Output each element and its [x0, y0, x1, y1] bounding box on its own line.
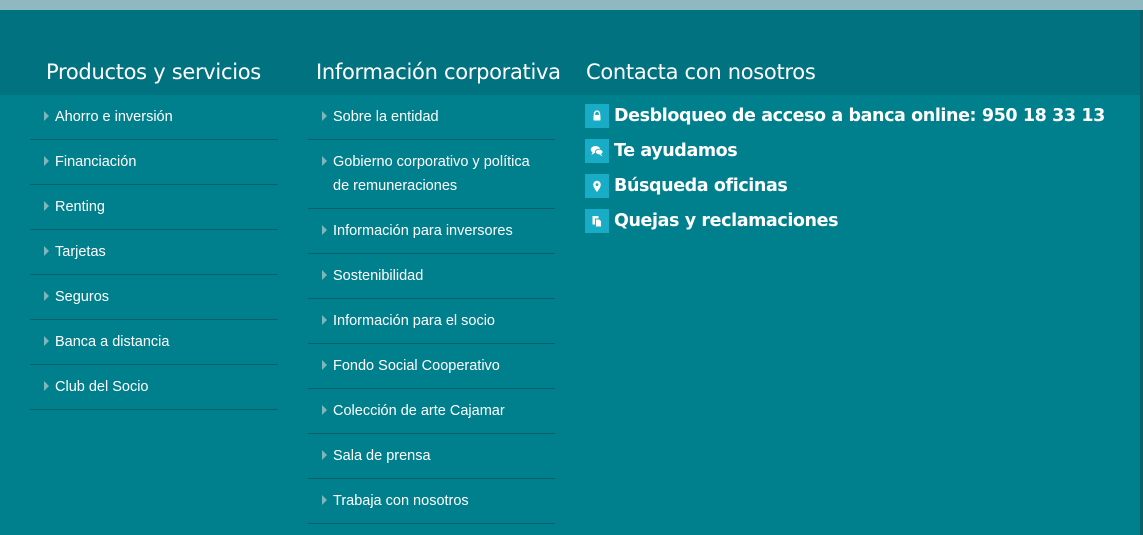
corporativa-link-trabaja[interactable]: Trabaja con nosotros: [308, 479, 555, 524]
productos-link-tarjetas[interactable]: Tarjetas: [30, 230, 278, 275]
caret-right-icon: [322, 360, 327, 370]
caret-right-icon: [44, 381, 49, 391]
productos-link-banca-distancia[interactable]: Banca a distancia: [30, 320, 278, 365]
link-label: Información para inversores: [333, 223, 513, 239]
caret-right-icon: [322, 315, 327, 325]
corporativa-link-sostenibilidad[interactable]: Sostenibilidad: [308, 254, 555, 299]
productos-title: Productos y servicios: [46, 60, 261, 84]
lock-icon: [585, 104, 609, 128]
productos-link-ahorro[interactable]: Ahorro e inversión: [30, 95, 278, 140]
link-label: Colección de arte Cajamar: [333, 403, 505, 419]
caret-right-icon: [322, 450, 327, 460]
corporativa-link-fondo-social[interactable]: Fondo Social Cooperativo: [308, 344, 555, 389]
link-label: Fondo Social Cooperativo: [333, 358, 500, 374]
chat-icon: [585, 139, 609, 163]
document-icon: [585, 209, 609, 233]
contacto-label: Búsqueda oficinas: [614, 176, 788, 196]
corporativa-link-sala-prensa[interactable]: Sala de prensa: [308, 434, 555, 479]
productos-list: Ahorro e inversión Financiación Renting …: [30, 95, 278, 410]
link-label: Club del Socio: [55, 379, 149, 395]
caret-right-icon: [44, 291, 49, 301]
caret-right-icon: [322, 405, 327, 415]
caret-right-icon: [44, 201, 49, 211]
productos-link-seguros[interactable]: Seguros: [30, 275, 278, 320]
caret-right-icon: [322, 156, 327, 166]
corporativa-link-inversores[interactable]: Información para inversores: [308, 209, 555, 254]
link-label: Sobre la entidad: [333, 109, 439, 125]
link-label: Tarjetas: [55, 244, 106, 260]
caret-right-icon: [322, 111, 327, 121]
contacto-title: Contacta con nosotros: [586, 60, 816, 84]
link-label: Financiación: [55, 154, 137, 170]
productos-link-financiacion[interactable]: Financiación: [30, 140, 278, 185]
link-label: Seguros: [55, 289, 110, 305]
link-label: Renting: [55, 199, 105, 215]
top-strip: [0, 0, 1143, 10]
corporativa-title: Información corporativa: [316, 60, 561, 84]
contacto-label: Te ayudamos: [614, 141, 738, 161]
link-label: Ahorro e inversión: [55, 109, 173, 125]
contacto-label: Desbloqueo de acceso a banca online: 950…: [614, 106, 1105, 126]
corporativa-link-gobierno[interactable]: Gobierno corporativo y política de remun…: [308, 140, 555, 209]
caret-right-icon: [44, 156, 49, 166]
caret-right-icon: [322, 225, 327, 235]
caret-right-icon: [44, 246, 49, 256]
corporativa-link-sobre-entidad[interactable]: Sobre la entidad: [308, 95, 555, 140]
caret-right-icon: [44, 111, 49, 121]
caret-right-icon: [322, 495, 327, 505]
link-label: Sostenibilidad: [333, 268, 424, 284]
link-label: Banca a distancia: [55, 334, 170, 350]
productos-link-club-socio[interactable]: Club del Socio: [30, 365, 278, 410]
corporativa-link-socio[interactable]: Información para el socio: [308, 299, 555, 344]
contacto-label: Quejas y reclamaciones: [614, 211, 839, 231]
link-label: Gobierno corporativo y política de remun…: [333, 154, 530, 194]
link-label: Trabaja con nosotros: [333, 493, 469, 509]
productos-link-renting[interactable]: Renting: [30, 185, 278, 230]
corporativa-list: Sobre la entidad Gobierno corporativo y …: [308, 95, 555, 524]
corporativa-link-coleccion-arte[interactable]: Colección de arte Cajamar: [308, 389, 555, 434]
link-label: Información para el socio: [333, 313, 495, 329]
caret-right-icon: [44, 336, 49, 346]
link-label: Sala de prensa: [333, 448, 431, 464]
caret-right-icon: [322, 270, 327, 280]
map-pin-icon: [585, 174, 609, 198]
